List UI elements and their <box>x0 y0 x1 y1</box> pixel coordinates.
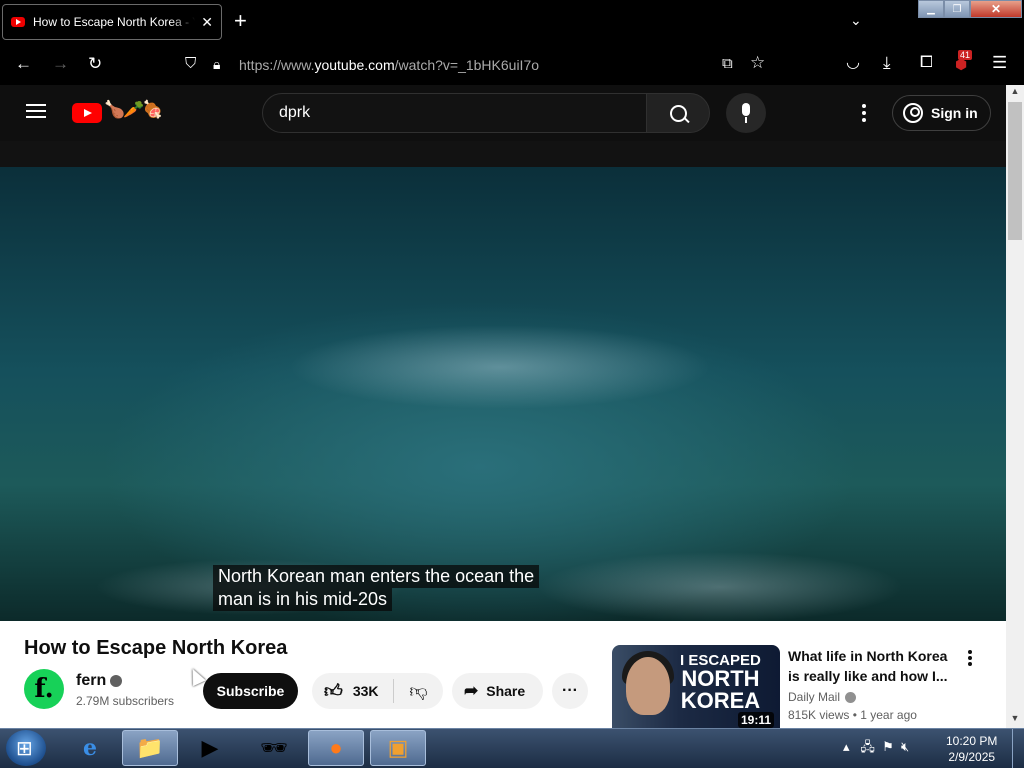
recommended-title[interactable]: What life in North Korea is really like … <box>788 646 960 686</box>
minimize-button[interactable]: ▁ <box>918 0 944 18</box>
tab-title: How to Escape North Korea - YouTube <box>33 15 195 29</box>
more-actions-button[interactable]: ··· <box>552 673 588 709</box>
caption-line-2: man is in his mid-20s <box>213 588 393 611</box>
search-input[interactable]: dprk <box>262 93 647 133</box>
pocket-icon[interactable]: ◡ <box>846 54 860 72</box>
caption-line-1: North Korean man enters the ocean the <box>213 565 540 588</box>
thumbnail-text: I ESCAPED NORTH KOREA <box>680 653 761 712</box>
share-arrow-icon: ➦ <box>464 681 479 700</box>
voice-search-mic-icon[interactable] <box>726 93 766 133</box>
url-domain: youtube.com <box>314 57 395 73</box>
recommended-meta: 815K views • 1 year ago <box>788 708 917 722</box>
search-button[interactable] <box>646 93 710 133</box>
file-explorer-icon[interactable]: 📁 <box>122 730 178 766</box>
media-player-icon[interactable]: ▶ <box>182 730 238 766</box>
video-player[interactable] <box>0 167 1006 621</box>
account-icon <box>903 103 923 123</box>
thumbs-down-icon: 👎︎ <box>409 681 428 701</box>
lock-icon[interactable]: 🔒︎ <box>213 55 220 73</box>
start-button[interactable] <box>6 730 46 766</box>
list-tabs-chevron-icon[interactable]: ⌄ <box>850 12 862 29</box>
scrollbar-thumb[interactable] <box>1008 102 1022 240</box>
video-title: How to Escape North Korea <box>24 637 288 659</box>
share-label: Share <box>486 683 526 699</box>
dislike-button[interactable]: 👎︎ <box>394 673 443 709</box>
show-desktop-button[interactable] <box>1012 729 1024 768</box>
url-prefix: https://www. <box>239 57 315 73</box>
close-tab-icon[interactable]: ✕ <box>201 14 213 31</box>
clock-time: 10:20 PM <box>946 734 998 748</box>
back-arrow-icon[interactable]: ← <box>15 55 32 73</box>
scroll-up-arrow-icon[interactable]: ▲ <box>1006 86 1024 100</box>
recommended-views: 815K views <box>788 708 850 722</box>
extensions-puzzle-icon[interactable]: ⧠ <box>920 54 933 72</box>
subscriber-count: 2.79M subscribers <box>76 694 175 708</box>
thumbnail-text-line-2: NORTH <box>681 666 760 691</box>
network-icon[interactable]: 🖧 <box>860 739 875 754</box>
volume-muted-icon[interactable]: 🔇︎ <box>901 739 909 754</box>
youtube-logo-icon[interactable] <box>72 103 102 123</box>
youtube-favicon-icon <box>11 17 25 27</box>
download-icon[interactable]: ⤓ <box>883 54 891 72</box>
system-tray: ▴ 🖧 ⚑ 🔇︎ <box>843 738 909 760</box>
player-top-band <box>0 141 1006 167</box>
bookmark-star-icon[interactable]: ☆ <box>750 54 765 72</box>
share-button[interactable]: ➦ Share <box>452 673 543 709</box>
thumbnail-person-face <box>626 657 670 715</box>
recommended-menu-icon[interactable] <box>968 650 972 668</box>
virtualbox-icon[interactable]: ▣ <box>370 730 426 766</box>
like-count: 33K <box>352 683 379 699</box>
subscribe-button[interactable]: Subscribe <box>203 673 298 709</box>
new-tab-button[interactable]: + <box>234 9 247 33</box>
url-path: /watch?v=_1bHK6uiI7o <box>394 57 540 73</box>
browser-tab[interactable]: How to Escape North Korea - YouTube ✕ <box>2 4 222 40</box>
channel-avatar[interactable]: f. <box>24 669 64 709</box>
recommended-age: 1 year ago <box>860 708 917 722</box>
recommended-channel[interactable]: Daily Mail <box>788 690 840 704</box>
channel-name[interactable]: fern <box>76 672 106 690</box>
reload-icon[interactable]: ↻ <box>88 55 102 73</box>
guide-menu-icon[interactable] <box>26 104 46 118</box>
sign-in-label: Sign in <box>931 105 978 121</box>
system-clock[interactable]: 10:20 PM 2/9/2025 <box>946 733 997 765</box>
forward-arrow-icon[interactable]: → <box>52 55 69 73</box>
shield-icon[interactable]: ⛉ <box>185 55 196 73</box>
video-caption: North Korean man enters the ocean the ma… <box>213 565 540 611</box>
duration-badge: 19:11 <box>737 712 774 728</box>
address-bar[interactable]: https://www.youtube.com/watch?v=_1bHK6ui… <box>239 57 539 73</box>
verified-badge-icon <box>110 675 122 687</box>
firefox-icon[interactable]: ● <box>308 730 364 766</box>
restore-button[interactable]: ❐ <box>944 0 970 18</box>
show-hidden-icons-icon[interactable]: ▴ <box>843 739 850 754</box>
action-center-flag-icon[interactable]: ⚑ <box>882 739 894 754</box>
incognito-browser-icon[interactable]: 🕶 <box>246 730 302 766</box>
extension-badge: 41 <box>958 50 973 60</box>
picture-in-picture-icon[interactable]: ⧉ <box>722 55 733 73</box>
close-window-button[interactable]: ✕ <box>970 0 1022 18</box>
window-controls: ▁ ❐ ✕ <box>918 0 1022 18</box>
youtube-doodle[interactable]: 🍗🥕🍖 <box>104 100 163 120</box>
scroll-down-arrow-icon[interactable]: ▼ <box>1006 713 1024 727</box>
app-menu-icon[interactable]: ☰ <box>992 54 1007 72</box>
thumbs-up-icon: 👍︎ <box>324 681 343 701</box>
internet-explorer-icon[interactable]: e <box>62 730 118 766</box>
sign-in-button[interactable]: Sign in <box>892 95 991 131</box>
recommended-verified-icon <box>845 692 856 703</box>
recommended-thumbnail[interactable]: I ESCAPED NORTH KOREA 19:11 <box>612 645 780 728</box>
thumbnail-text-line-3: KOREA <box>680 688 761 713</box>
clock-date: 2/9/2025 <box>948 750 996 764</box>
like-button[interactable]: 👍︎ 33K <box>312 673 393 709</box>
settings-kebab-icon[interactable] <box>862 104 866 122</box>
